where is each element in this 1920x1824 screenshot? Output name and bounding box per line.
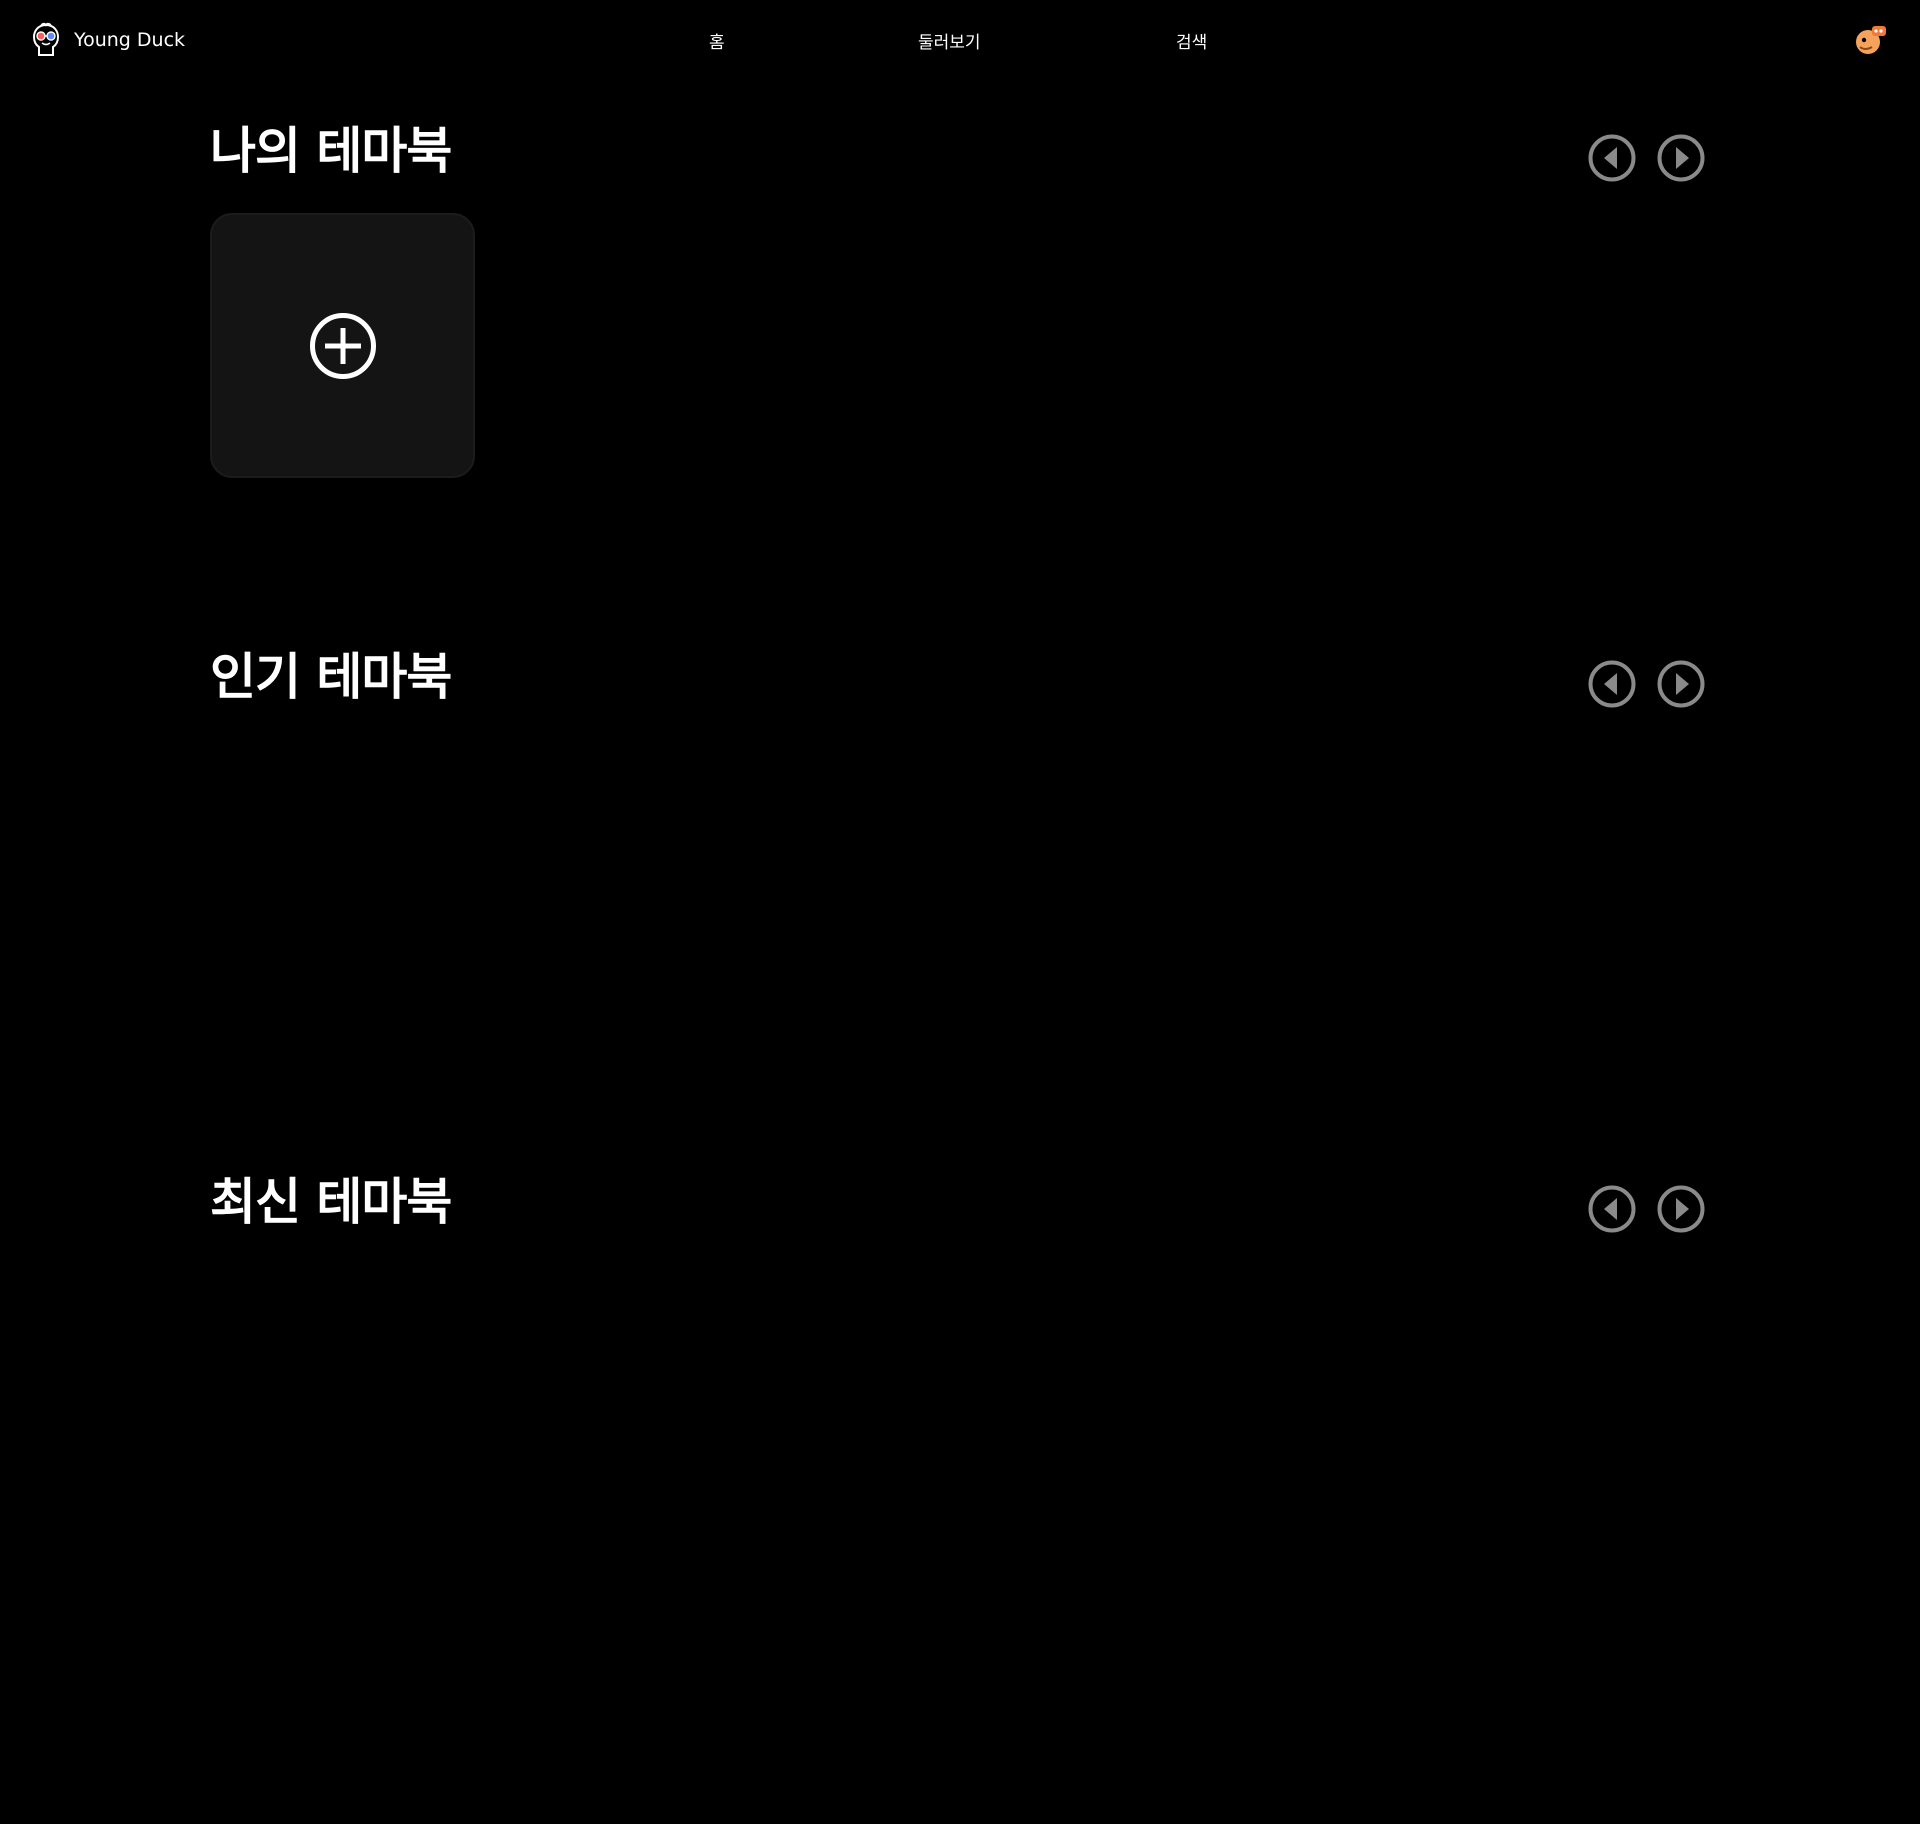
add-themebook-card[interactable] — [210, 213, 475, 478]
plus-circle-icon — [309, 312, 376, 379]
popular-themebook-section: 인기 테마북 — [0, 652, 1920, 1032]
arrow-left-circle-icon — [1588, 134, 1636, 182]
duck-logo-icon — [30, 22, 62, 58]
arrow-left-circle-icon — [1588, 660, 1636, 708]
arrow-right-circle-icon — [1657, 660, 1705, 708]
latest-themebook-section: 최신 테마북 — [0, 1177, 1920, 1557]
brand-name: Young Duck — [74, 29, 186, 51]
latest-themebook-next-button[interactable] — [1657, 1185, 1705, 1233]
latest-themebook-prev-button[interactable] — [1588, 1185, 1636, 1233]
latest-themebook-title: 최신 테마북 — [210, 1173, 452, 1231]
brand-home-link[interactable]: Young Duck — [30, 22, 185, 58]
popular-themebook-next-button[interactable] — [1657, 660, 1705, 708]
arrow-left-circle-icon — [1588, 1185, 1636, 1233]
popular-themebook-title: 인기 테마북 — [210, 648, 452, 706]
popular-themebook-prev-button[interactable] — [1588, 660, 1636, 708]
arrow-right-circle-icon — [1657, 1185, 1705, 1233]
nav-search-link[interactable]: 검색 — [1176, 28, 1207, 53]
my-themebook-prev-button[interactable] — [1588, 134, 1636, 182]
top-navigation-bar: Young Duck 홈 둘러보기 검색 — [0, 0, 1920, 80]
my-themebook-next-button[interactable] — [1657, 134, 1705, 182]
arrow-right-circle-icon — [1657, 134, 1705, 182]
user-avatar-button[interactable] — [1852, 22, 1888, 58]
nav-browse-link[interactable]: 둘러보기 — [918, 28, 981, 53]
nav-home-link[interactable]: 홈 — [709, 28, 725, 53]
my-themebook-section: 나의 테마북 — [0, 126, 1920, 506]
my-themebook-title: 나의 테마북 — [210, 122, 452, 180]
duck-avatar-icon — [1852, 22, 1888, 58]
